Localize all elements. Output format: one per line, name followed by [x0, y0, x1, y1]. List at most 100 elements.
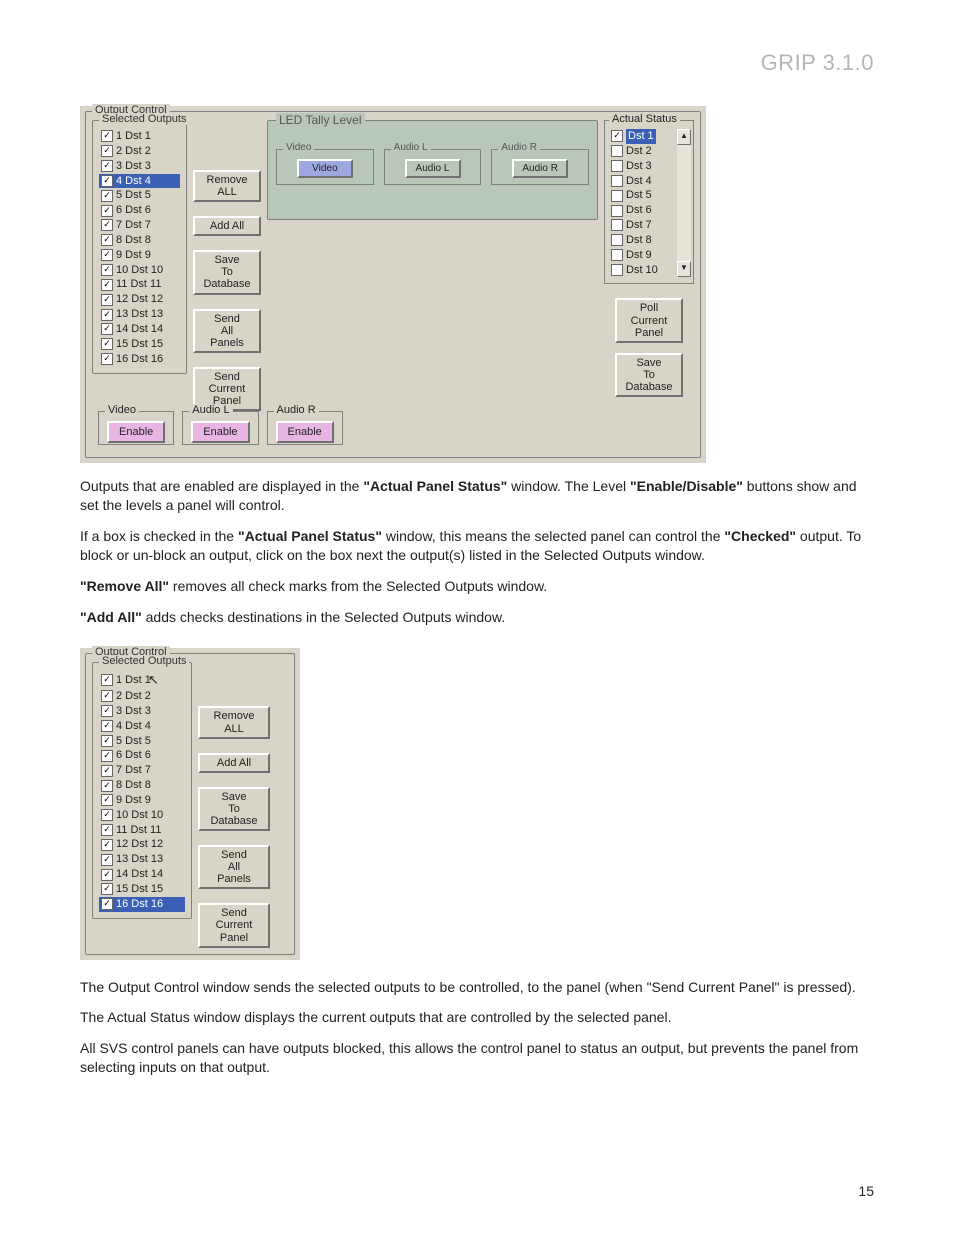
led-level-button[interactable]: Audio R — [512, 159, 568, 178]
checkbox-icon[interactable] — [101, 264, 113, 276]
scroll-down-icon[interactable]: ▼ — [677, 261, 691, 277]
output-checkbox-row[interactable]: 5 Dst 5 — [99, 734, 185, 749]
output-checkbox-row[interactable]: 2 Dst 2 — [99, 144, 180, 159]
send-all-panels-button[interactable]: Send All Panels — [198, 845, 270, 889]
output-checkbox-row[interactable]: 14 Dst 14 — [99, 322, 180, 337]
checkbox-icon[interactable] — [101, 898, 113, 910]
scroll-up-icon[interactable]: ▲ — [677, 129, 691, 145]
add-all-button[interactable]: Add All — [198, 753, 270, 773]
checkbox-icon[interactable] — [101, 160, 113, 172]
enable-button[interactable]: Enable — [107, 421, 165, 443]
checkbox-icon[interactable] — [101, 279, 113, 291]
output-checkbox-row[interactable]: 6 Dst 6 — [99, 748, 185, 763]
remove-all-button[interactable]: Remove ALL — [198, 706, 270, 738]
output-checkbox-row[interactable]: 15 Dst 15 — [99, 882, 185, 897]
checkbox-icon[interactable] — [101, 353, 113, 365]
checkbox-icon[interactable] — [101, 338, 113, 350]
output-checkbox-row[interactable]: 2 Dst 2 — [99, 689, 185, 704]
status-checkbox-row[interactable]: Dst 7 — [609, 218, 677, 233]
output-checkbox-row[interactable]: 3 Dst 3 — [99, 159, 180, 174]
checkbox-icon[interactable] — [101, 130, 113, 142]
output-checkbox-row[interactable]: 12 Dst 12 — [99, 837, 185, 852]
checkbox-icon[interactable] — [101, 883, 113, 895]
status-checkbox-row[interactable]: Dst 4 — [609, 174, 677, 189]
checkbox-icon[interactable] — [611, 249, 623, 261]
status-checkbox-row[interactable]: Dst 6 — [609, 203, 677, 218]
checkbox-icon[interactable] — [611, 160, 623, 172]
led-level-button[interactable]: Video — [297, 159, 353, 178]
checkbox-icon[interactable] — [101, 205, 113, 217]
checkbox-icon[interactable] — [101, 190, 113, 202]
output-checkbox-row[interactable]: 11 Dst 11 — [99, 823, 185, 838]
output-checkbox-row[interactable]: 9 Dst 9 — [99, 248, 180, 263]
save-to-database-button[interactable]: Save To Database — [198, 787, 270, 831]
checkbox-icon[interactable] — [101, 705, 113, 717]
status-checkbox-row[interactable]: Dst 9 — [609, 248, 677, 263]
output-checkbox-row[interactable]: 12 Dst 12 — [99, 292, 180, 307]
output-checkbox-row[interactable]: 16 Dst 16 — [99, 897, 185, 912]
output-checkbox-row[interactable]: 5 Dst 5 — [99, 188, 180, 203]
led-level-button[interactable]: Audio L — [405, 159, 461, 178]
checkbox-icon[interactable] — [101, 175, 113, 187]
checkbox-icon[interactable] — [101, 690, 113, 702]
output-checkbox-row[interactable]: 16 Dst 16 — [99, 352, 180, 367]
output-checkbox-row[interactable]: 1 Dst 1↖ — [99, 671, 185, 689]
checkbox-icon[interactable] — [101, 674, 113, 686]
checkbox-icon[interactable] — [101, 323, 113, 335]
output-checkbox-row[interactable]: 13 Dst 13 — [99, 307, 180, 322]
checkbox-icon[interactable] — [611, 205, 623, 217]
output-checkbox-row[interactable]: 7 Dst 7 — [99, 218, 180, 233]
checkbox-icon[interactable] — [101, 839, 113, 851]
checkbox-icon[interactable] — [101, 145, 113, 157]
output-checkbox-row[interactable]: 9 Dst 9 — [99, 793, 185, 808]
checkbox-icon[interactable] — [101, 780, 113, 792]
output-checkbox-row[interactable]: 10 Dst 10 — [99, 808, 185, 823]
status-checkbox-row[interactable]: Dst 5 — [609, 188, 677, 203]
checkbox-icon[interactable] — [101, 234, 113, 246]
status-checkbox-row[interactable]: Dst 1 — [609, 129, 677, 144]
poll-current-panel-button[interactable]: Poll Current Panel — [615, 298, 683, 342]
output-checkbox-row[interactable]: 3 Dst 3 — [99, 704, 185, 719]
checkbox-icon[interactable] — [101, 309, 113, 321]
status-checkbox-row[interactable]: Dst 2 — [609, 144, 677, 159]
checkbox-icon[interactable] — [101, 765, 113, 777]
checkbox-icon[interactable] — [611, 264, 623, 276]
enable-button[interactable]: Enable — [191, 421, 249, 443]
output-checkbox-row[interactable]: 8 Dst 8 — [99, 233, 180, 248]
output-checkbox-row[interactable]: 15 Dst 15 — [99, 337, 180, 352]
remove-all-button[interactable]: Remove ALL — [193, 170, 261, 202]
enable-button[interactable]: Enable — [276, 421, 334, 443]
checkbox-icon[interactable] — [101, 809, 113, 821]
checkbox-icon[interactable] — [611, 234, 623, 246]
output-checkbox-row[interactable]: 10 Dst 10 — [99, 263, 180, 278]
save-to-database-button-2[interactable]: Save To Database — [615, 353, 683, 397]
checkbox-icon[interactable] — [101, 794, 113, 806]
status-checkbox-row[interactable]: Dst 3 — [609, 159, 677, 174]
add-all-button[interactable]: Add All — [193, 216, 261, 236]
output-checkbox-row[interactable]: 7 Dst 7 — [99, 763, 185, 778]
checkbox-icon[interactable] — [611, 145, 623, 157]
output-checkbox-row[interactable]: 14 Dst 14 — [99, 867, 185, 882]
checkbox-icon[interactable] — [101, 854, 113, 866]
status-checkbox-row[interactable]: Dst 10 — [609, 263, 677, 278]
checkbox-icon[interactable] — [101, 219, 113, 231]
checkbox-icon[interactable] — [101, 294, 113, 306]
output-checkbox-row[interactable]: 8 Dst 8 — [99, 778, 185, 793]
checkbox-icon[interactable] — [611, 219, 623, 231]
output-checkbox-row[interactable]: 4 Dst 4 — [99, 719, 185, 734]
send-current-panel-button[interactable]: Send Current Panel — [198, 903, 270, 947]
status-checkbox-row[interactable]: Dst 8 — [609, 233, 677, 248]
checkbox-icon[interactable] — [101, 720, 113, 732]
save-to-database-button[interactable]: Save To Database — [193, 250, 261, 294]
checkbox-icon[interactable] — [101, 750, 113, 762]
output-checkbox-row[interactable]: 4 Dst 4 — [99, 174, 180, 189]
checkbox-icon[interactable] — [611, 175, 623, 187]
checkbox-icon[interactable] — [101, 735, 113, 747]
output-checkbox-row[interactable]: 1 Dst 1 — [99, 129, 180, 144]
output-checkbox-row[interactable]: 6 Dst 6 — [99, 203, 180, 218]
checkbox-icon[interactable] — [611, 190, 623, 202]
output-checkbox-row[interactable]: 11 Dst 11 — [99, 277, 180, 292]
send-all-panels-button[interactable]: Send All Panels — [193, 309, 261, 353]
status-scrollbar[interactable]: ▲ ▼ — [677, 129, 691, 277]
checkbox-icon[interactable] — [101, 824, 113, 836]
